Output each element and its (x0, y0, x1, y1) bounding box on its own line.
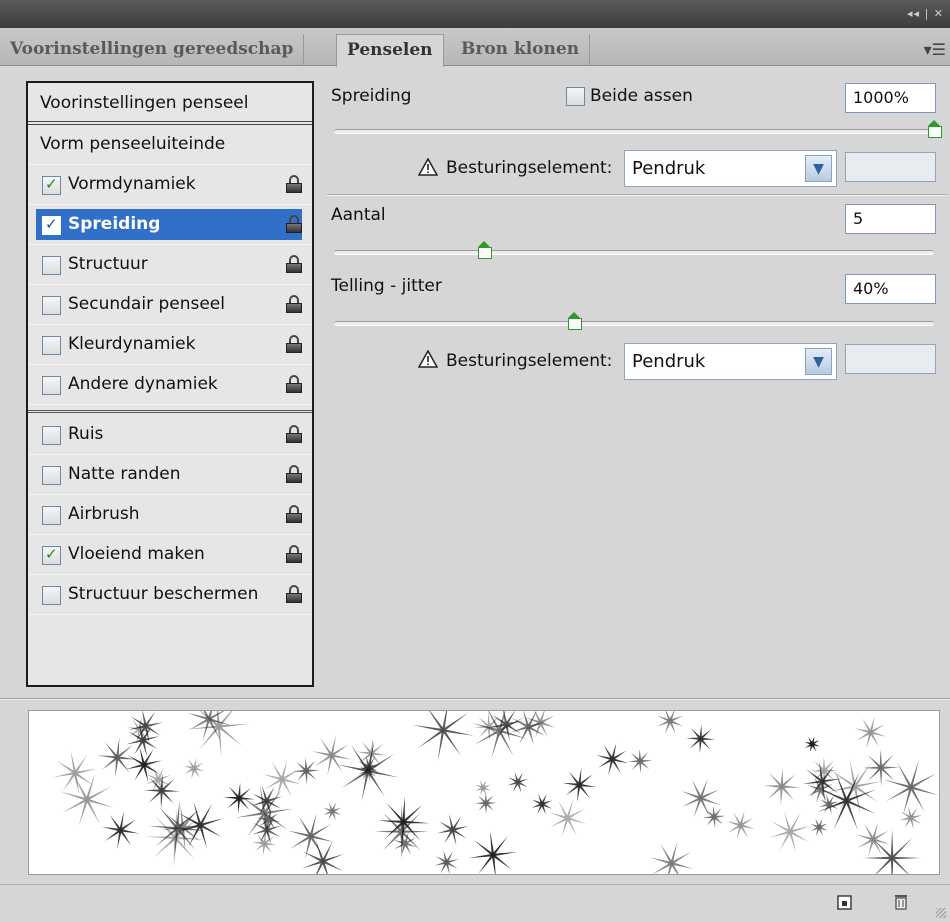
lock-icon[interactable] (286, 585, 302, 603)
lock-icon[interactable] (286, 255, 302, 273)
lock-icon[interactable] (286, 465, 302, 483)
preview-divider (0, 698, 950, 700)
setting-checkbox[interactable] (42, 175, 61, 195)
chevron-down-icon[interactable]: ▼ (805, 155, 832, 182)
count-jitter-control-select[interactable]: Pendruk ▼ (624, 343, 837, 380)
list-item-label: Structuur (68, 254, 148, 274)
setting-checkbox[interactable] (42, 466, 61, 485)
setting-checkbox[interactable] (42, 426, 61, 445)
brush-setting-item[interactable]: Spreiding (28, 205, 312, 245)
brush-setting-item[interactable]: Airbrush (28, 495, 312, 535)
count-value-field[interactable]: 5 (845, 204, 936, 234)
collapse-close-icon[interactable]: ◂◂ | ✕ (907, 7, 944, 20)
list-item-label: Natte randen (68, 464, 181, 484)
setting-checkbox[interactable] (42, 256, 61, 275)
trash-icon[interactable] (892, 893, 910, 911)
list-item-label: Kleurdynamiek (68, 334, 196, 354)
list-item-label: Structuur beschermen (68, 584, 259, 604)
lock-icon[interactable] (286, 545, 302, 563)
setting-checkbox[interactable] (42, 296, 61, 315)
scatter-label: Spreiding (331, 86, 412, 106)
brush-setting-item[interactable]: Structuur beschermen (28, 575, 312, 615)
new-preset-icon[interactable] (836, 893, 854, 911)
count-jitter-slider[interactable] (334, 312, 934, 330)
setting-checkbox[interactable] (42, 376, 61, 395)
brush-setting-item[interactable]: Andere dynamiek (28, 365, 312, 405)
setting-checkbox[interactable] (42, 506, 61, 525)
warning-icon (418, 158, 438, 176)
brush-preview-image (53, 711, 939, 874)
list-item-label: Vormdynamiek (68, 174, 196, 194)
list-item-label: Secundair penseel (68, 294, 225, 314)
count-jitter-label: Telling - jitter (331, 276, 442, 296)
list-item-label: Andere dynamiek (68, 374, 218, 394)
select-value: Pendruk (632, 351, 706, 372)
scatter-value-field[interactable]: 1000% (845, 83, 936, 113)
count-jitter-value-field[interactable]: 40% (845, 274, 936, 304)
lock-icon[interactable] (286, 295, 302, 313)
setting-checkbox[interactable] (42, 545, 61, 565)
slider-thumb[interactable] (476, 241, 492, 259)
tab-clone-source[interactable]: Bron klonen (451, 34, 591, 66)
slider-thumb[interactable] (566, 312, 582, 330)
scatter-control-field[interactable] (845, 152, 936, 182)
both-axes-checkbox[interactable] (566, 87, 585, 106)
lock-icon[interactable] (286, 375, 302, 393)
brush-tip-shape-item[interactable]: Vorm penseeluiteinde (28, 125, 312, 165)
lock-icon[interactable] (286, 175, 302, 193)
scatter-slider[interactable] (334, 120, 942, 138)
list-item-label: Vloeiend maken (68, 544, 205, 564)
list-item-label: Spreiding (68, 214, 161, 234)
warning-icon (418, 350, 438, 368)
panel-footer (0, 884, 950, 922)
setting-checkbox[interactable] (42, 586, 61, 605)
brush-setting-item[interactable]: Secundair penseel (28, 285, 312, 325)
count-label: Aantal (331, 205, 386, 225)
brush-setting-item[interactable]: Kleurdynamiek (28, 325, 312, 365)
tab-bar: Voorinstellingen gereedschap Penselen Br… (0, 28, 950, 67)
list-item-label: Airbrush (68, 504, 140, 524)
tab-brushes[interactable]: Penselen (336, 34, 444, 67)
chevron-down-icon[interactable]: ▼ (805, 348, 832, 375)
brush-setting-item[interactable]: Ruis (28, 415, 312, 455)
panel-menu-icon[interactable]: ▾☰ (924, 40, 946, 59)
brush-setting-item[interactable]: Vloeiend maken (28, 535, 312, 575)
tab-tool-presets[interactable]: Voorinstellingen gereedschap (0, 34, 305, 66)
lock-icon[interactable] (286, 215, 302, 233)
brush-presets-button[interactable]: Voorinstellingen penseel (28, 83, 312, 125)
control-label: Besturingselement: (446, 351, 613, 371)
list-item-label: Vorm penseeluiteinde (40, 134, 226, 154)
list-item-label: Ruis (68, 424, 104, 444)
lock-icon[interactable] (286, 505, 302, 523)
brush-setting-item[interactable]: Vormdynamiek (28, 165, 312, 205)
section-divider (327, 194, 947, 196)
brush-setting-item[interactable]: Structuur (28, 245, 312, 285)
scatter-control-select[interactable]: Pendruk ▼ (624, 150, 837, 187)
list-divider (28, 405, 312, 413)
brush-settings-list: Voorinstellingen penseel Vorm penseeluit… (26, 81, 314, 687)
control-label: Besturingselement: (446, 158, 613, 178)
panel-titlebar: ◂◂ | ✕ (0, 0, 950, 28)
brush-setting-item[interactable]: Natte randen (28, 455, 312, 495)
both-axes-label: Beide assen (590, 86, 693, 106)
count-jitter-control-field[interactable] (845, 344, 936, 374)
setting-checkbox[interactable] (42, 215, 61, 235)
slider-thumb[interactable] (926, 120, 942, 138)
resize-grip-icon[interactable] (936, 908, 946, 918)
lock-icon[interactable] (286, 425, 302, 443)
select-value: Pendruk (632, 158, 706, 179)
count-slider[interactable] (334, 241, 934, 259)
brush-stroke-preview (28, 710, 940, 875)
lock-icon[interactable] (286, 335, 302, 353)
setting-checkbox[interactable] (42, 336, 61, 355)
